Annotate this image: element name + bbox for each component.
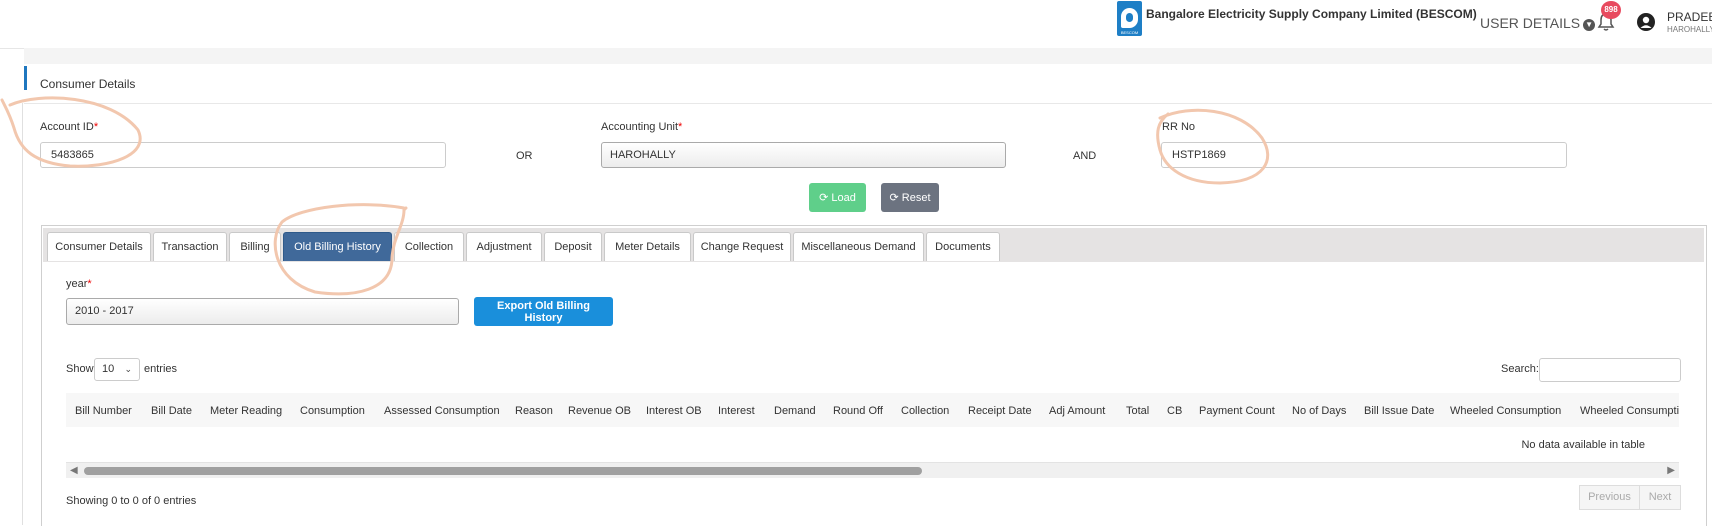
next-button[interactable]: Next (1639, 485, 1681, 510)
account-id-input[interactable] (40, 142, 446, 168)
search-input[interactable] (1539, 358, 1681, 382)
table-row: No data available in table (66, 427, 1679, 463)
accounting-unit-label: Accounting Unit* (601, 121, 683, 133)
column-header[interactable]: Consumption (300, 405, 365, 417)
top-bar: BESCOM Bangalore Electricity Supply Comp… (0, 0, 1712, 49)
and-label: AND (1073, 150, 1097, 162)
column-header[interactable]: Payment Count (1199, 405, 1275, 417)
load-button[interactable]: ⟳ Load (809, 183, 866, 212)
tab-consumer-details[interactable]: Consumer Details (47, 232, 151, 261)
column-header[interactable]: Interest (718, 405, 755, 417)
user-details-label: USER DETAILS (1480, 15, 1581, 31)
user-location: HAROHALLY (1667, 25, 1712, 34)
table-header: Bill Number Bill Date Meter Reading Cons… (66, 393, 1679, 427)
accounting-unit-select[interactable]: HAROHALLY (601, 142, 1006, 168)
column-header[interactable]: Wheeled Consumption (1450, 405, 1561, 417)
notification-badge: 898 (1601, 1, 1621, 19)
tab-billing[interactable]: Billing (229, 232, 281, 261)
rr-no-input[interactable] (1161, 142, 1567, 168)
tab-adjustment[interactable]: Adjustment (466, 232, 542, 261)
export-old-billing-history-button[interactable]: Export Old Billing History (474, 297, 613, 326)
tab-meter-details[interactable]: Meter Details (604, 232, 691, 261)
content-left-border (22, 103, 23, 525)
tab-deposit[interactable]: Deposit (544, 232, 602, 261)
show-label: Show (66, 363, 94, 375)
column-header[interactable]: Revenue OB (568, 405, 631, 417)
column-header[interactable]: Demand (774, 405, 816, 417)
tab-documents[interactable]: Documents (926, 232, 1000, 261)
user-name: PRADEEP (1667, 10, 1712, 24)
column-header[interactable]: Round Off (833, 405, 883, 417)
column-header[interactable]: Collection (901, 405, 949, 417)
company-name: Bangalore Electricity Supply Company Lim… (1146, 7, 1477, 21)
account-id-label: Account ID* (40, 121, 99, 133)
section-accent-bar (24, 66, 27, 90)
column-header[interactable]: Reason (515, 405, 553, 417)
scrollbar-thumb[interactable] (84, 467, 922, 475)
tab-old-billing-history[interactable]: Old Billing History (283, 232, 392, 261)
column-header[interactable]: Total (1126, 405, 1149, 417)
rr-no-label: RR No (1162, 121, 1196, 133)
chevron-down-icon: ⌄ (124, 364, 132, 374)
column-header[interactable]: Receipt Date (968, 405, 1032, 417)
column-header[interactable]: Bill Issue Date (1364, 405, 1434, 417)
tab-miscellaneous-demand[interactable]: Miscellaneous Demand (793, 232, 924, 261)
loading-spinner-icon: ⟳ (819, 192, 829, 204)
column-header[interactable]: Meter Reading (210, 405, 282, 417)
scroll-right-icon[interactable]: ▶ (1667, 465, 1675, 476)
horizontal-scrollbar[interactable]: ◀ ▶ (66, 463, 1679, 478)
user-avatar-icon[interactable] (1637, 13, 1655, 31)
bescom-logo-icon: BESCOM (1117, 1, 1142, 36)
column-header[interactable]: Bill Number (75, 405, 132, 417)
year-select[interactable]: 2010 - 2017 (66, 298, 459, 325)
entries-length-select[interactable]: 10 ⌄ (94, 358, 140, 381)
empty-table-message: No data available in table (1521, 439, 1645, 451)
content-top-strip (24, 48, 1712, 64)
refresh-icon: ⟳ (889, 192, 899, 204)
tab-panel (41, 225, 1707, 526)
column-header[interactable]: CB (1167, 405, 1182, 417)
chevron-down-icon: ▼ (1583, 19, 1596, 31)
section-header: Consumer Details (24, 66, 1712, 104)
column-header[interactable]: Interest OB (646, 405, 702, 417)
scroll-left-icon[interactable]: ◀ (70, 465, 78, 476)
previous-button[interactable]: Previous (1579, 485, 1640, 510)
user-details-menu[interactable]: USER DETAILS ▼ (1480, 15, 1596, 31)
reset-button[interactable]: ⟳ Reset (881, 183, 939, 212)
column-header[interactable]: Wheeled Consumpti (1580, 405, 1679, 417)
column-header[interactable]: Adj Amount (1049, 405, 1105, 417)
column-header[interactable]: No of Days (1292, 405, 1346, 417)
entries-label: entries (144, 363, 178, 375)
tab-transaction[interactable]: Transaction (153, 232, 227, 261)
section-title: Consumer Details (40, 77, 136, 91)
table-info: Showing 0 to 0 of 0 entries (66, 495, 197, 507)
or-label: OR (516, 150, 533, 162)
year-label: year* (66, 278, 92, 290)
tab-collection[interactable]: Collection (394, 232, 464, 261)
column-header[interactable]: Assessed Consumption (384, 405, 500, 417)
tab-change-request[interactable]: Change Request (693, 232, 791, 261)
search-label: Search: (1501, 363, 1539, 375)
column-header[interactable]: Bill Date (151, 405, 192, 417)
